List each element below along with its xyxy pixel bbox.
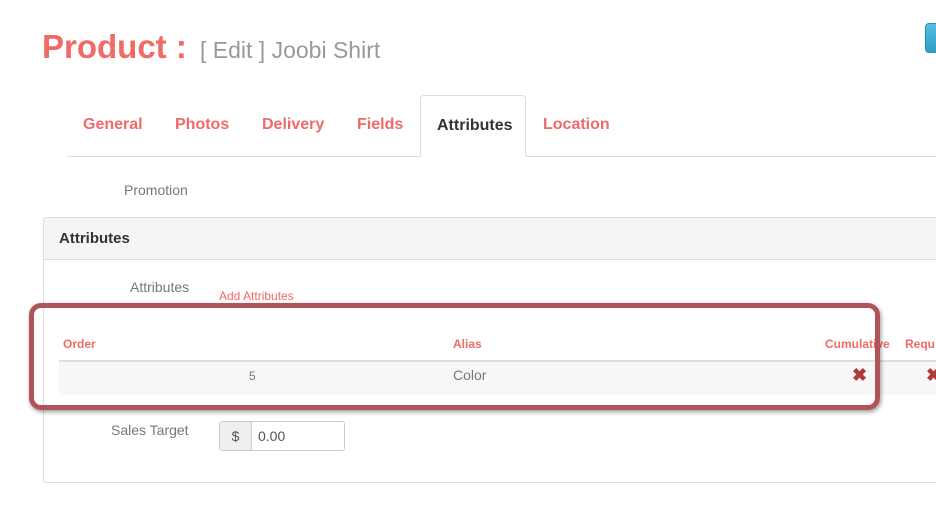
sales-target-input[interactable] <box>252 422 342 450</box>
times-icon[interactable]: ✖ <box>926 365 936 386</box>
panel-title: Attributes <box>44 218 936 260</box>
tab-delivery[interactable]: Delivery <box>246 95 340 157</box>
add-attributes-link[interactable]: Add Attributes <box>219 289 294 303</box>
attributes-label: Attributes <box>130 279 190 295</box>
tab-attributes[interactable]: Attributes <box>420 95 526 157</box>
tab-photos[interactable]: Photos <box>159 95 245 157</box>
page-title: Product : [ Edit ] Joobi Shirt <box>42 28 380 66</box>
title-subtitle: [ Edit ] Joobi Shirt <box>200 37 381 63</box>
sales-target-field: $ <box>219 421 345 451</box>
promotion-label: Promotion <box>124 182 188 198</box>
title-main: Product : <box>42 28 187 65</box>
tab-general[interactable]: General <box>67 95 159 157</box>
column-required[interactable]: Requ <box>905 337 935 351</box>
currency-addon: $ <box>220 422 252 450</box>
tab-fields[interactable]: Fields <box>341 95 419 157</box>
toolbar-button[interactable] <box>925 23 936 53</box>
tab-bar: General Photos Delivery Fields Attribute… <box>67 95 936 157</box>
tab-location[interactable]: Location <box>527 95 626 157</box>
sales-target-label: Sales Target <box>111 422 189 438</box>
highlight-annotation <box>29 303 880 410</box>
